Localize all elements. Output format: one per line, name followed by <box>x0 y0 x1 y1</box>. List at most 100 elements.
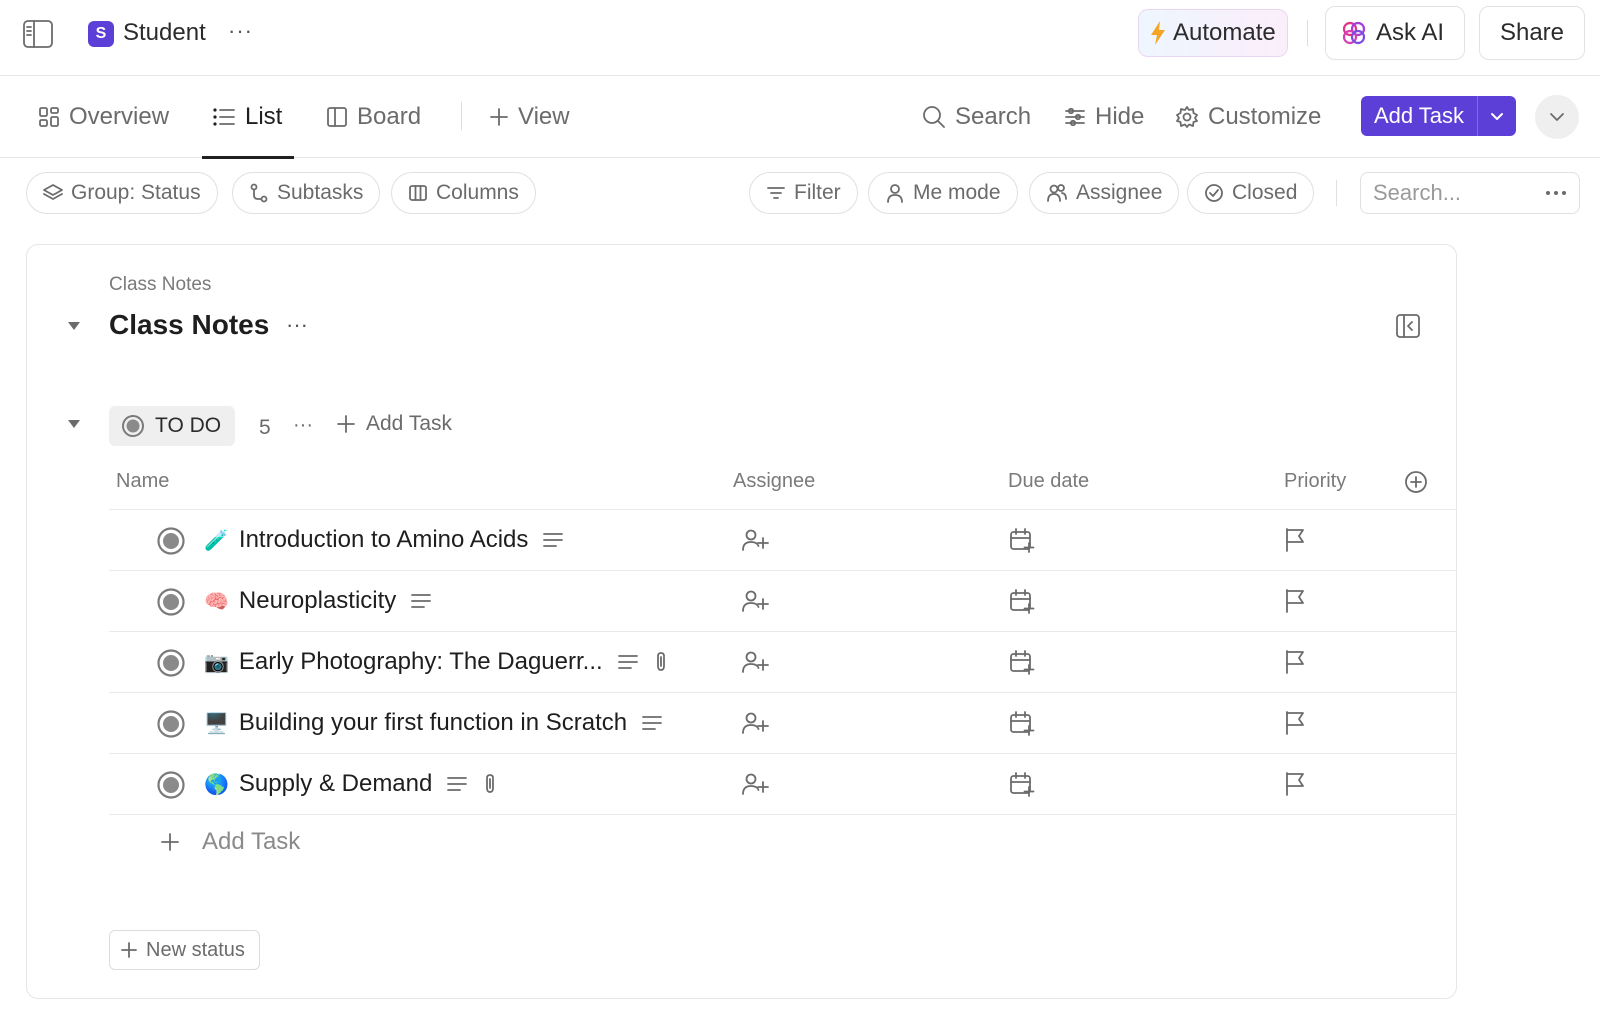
task-title[interactable]: 🧪 Introduction to Amino Acids <box>204 526 564 554</box>
add-due-date-icon[interactable] <box>1009 649 1035 675</box>
priority-flag-icon[interactable] <box>1283 527 1307 553</box>
me-mode-chip[interactable]: Me mode <box>868 172 1018 214</box>
automate-button[interactable]: Automate <box>1138 9 1288 57</box>
customize-button[interactable]: Customize <box>1175 76 1321 158</box>
add-assignee-icon[interactable] <box>741 711 769 735</box>
status-label: TO DO <box>155 414 222 437</box>
plus-icon <box>120 941 138 959</box>
user-icon <box>885 183 905 203</box>
lightning-icon <box>1149 20 1167 46</box>
hide-button[interactable]: Hide <box>1064 76 1144 158</box>
page-title: Class Notes <box>109 309 270 340</box>
add-due-date-icon[interactable] <box>1009 527 1035 553</box>
space-name[interactable]: Student <box>123 19 206 47</box>
group-add-task-button[interactable]: Add Task <box>336 412 452 436</box>
task-title[interactable]: 🧠 Neuroplasticity <box>204 587 432 615</box>
collapse-header-button[interactable] <box>1535 95 1579 139</box>
collapse-panel-icon[interactable] <box>1395 313 1421 339</box>
chevron-down-icon <box>1548 108 1566 126</box>
task-title[interactable]: 📷 Early Photography: The Daguerr... <box>204 648 669 676</box>
description-icon <box>410 592 432 610</box>
task-title[interactable]: 🌎 Supply & Demand <box>204 770 498 798</box>
column-header-assignee[interactable]: Assignee <box>733 470 815 493</box>
tab-overview-label: Overview <box>69 103 170 130</box>
new-status-button[interactable]: New status <box>109 930 260 970</box>
task-status-icon[interactable] <box>156 709 186 739</box>
tab-overview[interactable]: Overview <box>38 76 169 158</box>
space-avatar[interactable]: S <box>88 21 114 47</box>
add-due-date-icon[interactable] <box>1009 710 1035 736</box>
task-status-icon[interactable] <box>156 648 186 678</box>
add-due-date-icon[interactable] <box>1009 771 1035 797</box>
tab-list[interactable]: List <box>201 76 295 159</box>
ai-brain-icon <box>1340 19 1368 47</box>
table-row[interactable]: 📷 Early Photography: The Daguerr... <box>109 632 1457 693</box>
closed-chip[interactable]: Closed <box>1187 172 1315 214</box>
sidebar-toggle-icon[interactable] <box>22 19 54 49</box>
column-header-priority[interactable]: Priority <box>1284 470 1346 493</box>
me-mode-label: Me mode <box>913 181 1001 204</box>
priority-flag-icon[interactable] <box>1283 649 1307 675</box>
add-assignee-icon[interactable] <box>741 772 769 796</box>
search-input[interactable] <box>1373 180 1533 206</box>
search-button[interactable]: Search <box>922 76 1031 158</box>
add-column-icon[interactable] <box>1404 470 1428 494</box>
tab-board-label: Board <box>357 103 422 130</box>
priority-flag-icon[interactable] <box>1283 710 1307 736</box>
filter-chip[interactable]: Filter <box>749 172 858 214</box>
task-count: 5 <box>259 416 271 439</box>
status-badge[interactable]: TO DO <box>109 406 236 446</box>
hide-label: Hide <box>1095 103 1145 130</box>
tab-board[interactable]: Board <box>326 76 421 158</box>
share-button[interactable]: Share <box>1479 6 1585 60</box>
add-assignee-icon[interactable] <box>741 589 769 613</box>
task-title-text: Supply & Demand <box>238 770 433 797</box>
attachment-icon[interactable] <box>653 651 669 673</box>
ask-ai-button[interactable]: Ask AI <box>1325 6 1465 60</box>
task-status-icon[interactable] <box>156 770 186 800</box>
collapse-list-caret-icon[interactable] <box>66 320 82 332</box>
description-icon <box>446 775 468 793</box>
columns-label: Columns <box>436 181 519 204</box>
breadcrumb[interactable]: Class Notes <box>109 274 211 296</box>
task-search[interactable] <box>1360 172 1580 214</box>
group-more-button[interactable]: ··· <box>293 414 313 437</box>
table-row[interactable]: 🖥️ Building your first function in Scratc… <box>109 693 1457 754</box>
add-view-button[interactable]: View <box>489 76 570 158</box>
add-task-dropdown[interactable] <box>1478 96 1516 136</box>
priority-flag-icon[interactable] <box>1283 588 1307 614</box>
list-more-button[interactable]: ··· <box>286 312 308 338</box>
group-by-chip[interactable]: Group: Status <box>26 172 218 214</box>
automate-label: Automate <box>1173 19 1276 46</box>
table-row[interactable]: 🌎 Supply & Demand <box>109 754 1457 815</box>
task-status-icon[interactable] <box>156 587 186 617</box>
task-status-icon[interactable] <box>156 526 186 556</box>
list-icon <box>212 106 236 128</box>
add-task-label[interactable]: Add Task <box>1361 96 1478 136</box>
filter-icon <box>766 183 786 203</box>
subtasks-chip[interactable]: Subtasks <box>232 172 381 214</box>
space-more-button[interactable]: ··· <box>228 18 253 44</box>
search-icon <box>922 105 946 129</box>
divider <box>1336 180 1337 206</box>
collapse-group-caret-icon[interactable] <box>66 418 82 430</box>
columns-chip[interactable]: Columns <box>391 172 536 214</box>
column-header-name[interactable]: Name <box>116 470 169 493</box>
task-title-text: Neuroplasticity <box>238 587 397 614</box>
priority-flag-icon[interactable] <box>1283 771 1307 797</box>
more-icon[interactable] <box>1545 190 1567 196</box>
attachment-icon[interactable] <box>482 773 498 795</box>
add-assignee-icon[interactable] <box>741 650 769 674</box>
filter-label: Filter <box>794 181 841 204</box>
add-task-button[interactable]: Add Task <box>1361 96 1516 136</box>
column-header-due-date[interactable]: Due date <box>1008 470 1089 493</box>
add-task-row-button[interactable]: Add Task <box>160 828 300 856</box>
table-row[interactable]: 🧠 Neuroplasticity <box>109 571 1457 632</box>
add-assignee-icon[interactable] <box>741 528 769 552</box>
table-row[interactable]: 🧪 Introduction to Amino Acids <box>109 510 1457 571</box>
add-due-date-icon[interactable] <box>1009 588 1035 614</box>
sliders-icon <box>1064 106 1086 128</box>
assignee-chip[interactable]: Assignee <box>1029 172 1180 214</box>
gear-icon <box>1175 105 1199 129</box>
task-title[interactable]: 🖥️ Building your first function in Scratc… <box>204 709 663 737</box>
